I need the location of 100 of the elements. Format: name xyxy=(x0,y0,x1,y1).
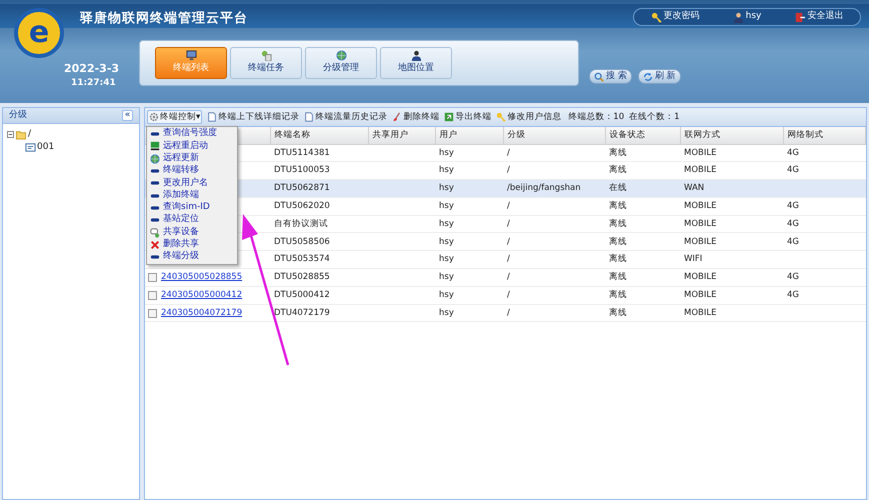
tree-item[interactable]: 001 xyxy=(37,140,54,154)
collapse-button[interactable]: « xyxy=(122,110,133,121)
table-cell: hsy xyxy=(439,148,454,158)
globe-icon xyxy=(150,154,160,164)
table-cell: MOBILE xyxy=(684,200,716,211)
table-cell: WAN xyxy=(684,183,704,194)
column-header[interactable]: 设备状态 xyxy=(605,127,680,144)
menu-item[interactable]: 基站定位 xyxy=(147,214,237,226)
table-cell: hsy xyxy=(439,183,454,194)
time-text: 11:27:41 xyxy=(71,77,116,90)
table-cell: hsy xyxy=(439,200,454,211)
total-count: 终端总数：10 xyxy=(568,110,624,124)
table-cell: hsy xyxy=(439,236,454,246)
menu-item[interactable]: 远程重启动 xyxy=(147,140,237,153)
table-cell: DTU5062020 xyxy=(270,197,368,216)
table-cell: 离线 xyxy=(609,308,627,318)
toolbar-button[interactable]: 终端流量历史记录 xyxy=(304,110,388,124)
column-header[interactable]: 共享用户 xyxy=(368,127,435,144)
sidebar-title: 分级 xyxy=(9,108,27,122)
device-id-link[interactable]: 240305005028855 xyxy=(161,272,242,282)
table-cell: hsy xyxy=(439,308,454,318)
table-cell: 4G xyxy=(787,218,799,229)
nav-tab[interactable]: 分级管理 xyxy=(305,47,377,79)
menu-item[interactable]: 查询sim-ID xyxy=(147,202,237,214)
table-cell: 在线 xyxy=(609,183,627,194)
key-icon xyxy=(650,12,662,22)
table-cell: MOBILE xyxy=(684,308,716,318)
globe-icon xyxy=(336,50,346,62)
brush-icon xyxy=(392,112,402,122)
table-cell: / xyxy=(507,236,510,246)
top-link[interactable]: 安全退出 xyxy=(794,10,844,24)
folder-icon xyxy=(15,129,27,140)
menu-item[interactable]: 终端分级 xyxy=(147,250,237,264)
column-header[interactable]: 分级 xyxy=(503,127,605,144)
table-cell: 离线 xyxy=(609,290,627,300)
table-cell: 4G xyxy=(787,290,799,300)
column-header[interactable]: 终端名称 xyxy=(270,127,368,144)
table-cell: / xyxy=(507,272,510,282)
row-checkbox[interactable] xyxy=(148,272,157,282)
table-cell: WIFI xyxy=(684,254,702,264)
table-cell: 离线 xyxy=(609,236,627,246)
menu-item[interactable]: 更改用户名 xyxy=(147,177,237,190)
toolbar-button[interactable]: 刷 新 xyxy=(638,69,681,84)
toolbar-button[interactable]: 终端上下线详细记录 xyxy=(207,110,300,124)
table-cell: hsy xyxy=(439,272,454,282)
table-cell: DTU5062871 xyxy=(270,180,368,198)
nav-tab[interactable]: 地图位置 xyxy=(380,47,452,79)
tree-item[interactable]: / xyxy=(28,128,32,142)
table-cell: 4G xyxy=(787,165,799,176)
document-icon xyxy=(207,112,218,122)
export-icon xyxy=(444,112,454,122)
top-link[interactable]: 更改密码 xyxy=(650,10,700,24)
expander-icon[interactable] xyxy=(7,131,14,138)
device-icon xyxy=(25,142,36,153)
device-id-link[interactable]: 240305005000412 xyxy=(161,290,242,300)
table-cell: hsy xyxy=(439,254,454,264)
table-cell: / xyxy=(507,218,510,229)
table-cell: DTU4072179 xyxy=(270,304,368,322)
table-cell: 离线 xyxy=(609,272,627,282)
menu-item[interactable]: 删除共享 xyxy=(147,238,237,251)
table-cell: DTU5028855 xyxy=(270,268,368,286)
table-cell: / xyxy=(507,254,510,264)
column-header[interactable]: 联网方式 xyxy=(680,127,783,144)
table-cell: DTU5058506 xyxy=(270,232,368,251)
gear-document-icon xyxy=(260,50,272,62)
monitor-icon xyxy=(150,141,160,152)
table-cell: / xyxy=(507,200,510,211)
menu-item[interactable]: 远程更新 xyxy=(147,152,237,165)
table-cell: MOBILE xyxy=(684,148,716,158)
gear-icon xyxy=(149,112,159,122)
device-id-link[interactable]: 240305004072179 xyxy=(161,308,242,318)
table-cell: 4G xyxy=(787,200,799,211)
toolbar-button[interactable]: 删除终端 xyxy=(392,110,440,124)
delete-icon xyxy=(150,240,160,250)
toolbar-button[interactable]: 搜 索 xyxy=(589,69,632,84)
table-cell: 离线 xyxy=(609,218,627,229)
column-header[interactable]: 用户 xyxy=(435,127,503,144)
nav-tab[interactable]: 终端任务 xyxy=(230,47,302,79)
toolbar-button[interactable]: 终端控制▾ xyxy=(147,110,202,124)
menu-item[interactable]: 添加终端 xyxy=(147,189,237,202)
row-checkbox[interactable] xyxy=(148,308,157,318)
user-icon xyxy=(732,12,744,22)
table-cell: / xyxy=(507,165,510,176)
table-cell: 自有协议测试 xyxy=(270,215,368,233)
row-checkbox[interactable] xyxy=(148,290,157,300)
table-cell: 离线 xyxy=(609,165,627,176)
menu-item[interactable]: 共享设备 xyxy=(147,226,237,239)
share-icon xyxy=(150,228,160,238)
table-cell: 离线 xyxy=(609,200,627,211)
menu-item[interactable]: 查询信号强度 xyxy=(147,128,237,140)
menu-item[interactable]: 终端转移 xyxy=(147,164,237,178)
toolbar-button[interactable]: 修改用户信息 xyxy=(496,110,562,124)
table-cell: 离线 xyxy=(609,254,627,264)
monitor-icon xyxy=(186,50,196,62)
table-cell: MOBILE xyxy=(684,272,716,282)
logo: e xyxy=(14,8,64,58)
top-link[interactable]: hsy xyxy=(732,10,762,24)
column-header[interactable]: 网络制式 xyxy=(783,127,866,144)
toolbar-button[interactable]: 导出终端 xyxy=(444,110,492,124)
table-cell: / xyxy=(507,290,510,300)
